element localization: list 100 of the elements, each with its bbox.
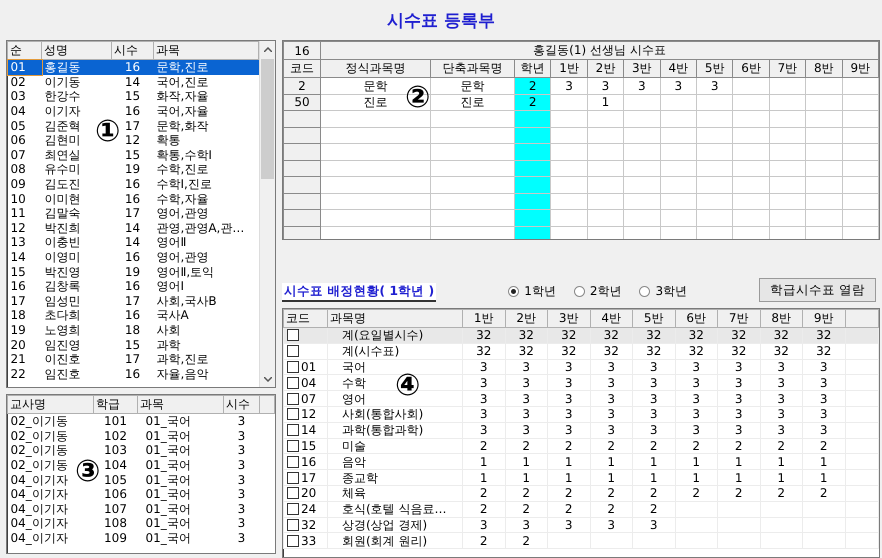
table-cell[interactable]: 33: [284, 532, 328, 549]
table-cell[interactable]: 2: [284, 78, 320, 94]
column-header[interactable]: 과목명: [328, 310, 462, 328]
table-cell[interactable]: 이충빈: [42, 235, 112, 250]
table-cell[interactable]: 영어,관영: [154, 250, 258, 264]
table-cell[interactable]: [696, 94, 733, 110]
table-cell[interactable]: 유수미: [42, 162, 112, 177]
table-cell[interactable]: 확통: [154, 132, 258, 148]
column-header[interactable]: 순: [8, 42, 42, 60]
checkbox[interactable]: [287, 518, 299, 531]
grade-radio[interactable]: 3학년: [639, 283, 688, 300]
checkbox[interactable]: [287, 408, 299, 420]
table-cell[interactable]: [769, 78, 806, 94]
table-cell[interactable]: 국사A: [154, 308, 258, 323]
table-cell[interactable]: 3: [224, 458, 260, 472]
checkbox[interactable]: [287, 329, 299, 342]
table-cell[interactable]: 김말숙: [42, 206, 112, 221]
table-cell[interactable]: 17: [8, 294, 42, 308]
table-cell[interactable]: 16: [112, 308, 154, 323]
table-cell[interactable]: 20: [284, 485, 328, 502]
table-cell[interactable]: 임진영: [42, 337, 112, 352]
scroll-down-icon[interactable]: [264, 376, 272, 382]
table-cell[interactable]: 영어Ⅰ: [154, 278, 258, 294]
column-header[interactable]: 시수: [112, 42, 154, 60]
table-cell[interactable]: 16: [112, 366, 154, 382]
table-cell[interactable]: [769, 94, 806, 110]
table-cell[interactable]: 16: [112, 104, 154, 118]
table-cell[interactable]: 09: [8, 176, 42, 192]
table-cell[interactable]: 11: [8, 206, 42, 221]
table-cell[interactable]: [732, 78, 770, 94]
table-cell[interactable]: 과학,진로: [154, 352, 258, 366]
checkbox[interactable]: [287, 360, 299, 373]
table-cell[interactable]: 01_국어: [138, 486, 224, 502]
grade-radio[interactable]: 2학년: [574, 283, 622, 300]
column-header[interactable]: 학급: [94, 396, 138, 414]
table-cell[interactable]: 32: [284, 517, 328, 533]
table-cell[interactable]: 01_국어: [138, 516, 224, 531]
table-cell[interactable]: 06: [8, 132, 42, 148]
table-cell[interactable]: 17: [112, 206, 154, 221]
table-cell[interactable]: 02: [8, 74, 42, 90]
table-cell[interactable]: 19: [112, 162, 154, 177]
column-header[interactable]: 7반: [718, 310, 760, 328]
table-cell[interactable]: 02_이기동: [8, 428, 94, 444]
table-cell[interactable]: 15: [112, 337, 154, 352]
checkbox[interactable]: [287, 534, 299, 547]
table-cell[interactable]: 17: [112, 352, 154, 366]
table-cell[interactable]: 04_이기자: [8, 516, 94, 531]
table-cell[interactable]: 문학,진로: [154, 60, 258, 75]
table-cell[interactable]: [842, 78, 878, 94]
table-cell[interactable]: 3: [224, 472, 260, 487]
table-cell[interactable]: 04_이기자: [8, 486, 94, 502]
table-cell[interactable]: 영어,관영: [154, 206, 258, 221]
table-cell[interactable]: 15: [284, 438, 328, 454]
table-cell[interactable]: 17: [284, 470, 328, 486]
table-cell[interactable]: 02_이기동: [8, 414, 94, 429]
table-cell[interactable]: 김창록: [42, 278, 112, 294]
table-cell[interactable]: 14: [112, 235, 154, 250]
table-cell[interactable]: 3: [587, 78, 624, 94]
table-cell[interactable]: 07: [284, 390, 328, 406]
table-cell[interactable]: 3: [224, 428, 260, 444]
table-cell[interactable]: [624, 94, 660, 110]
table-cell[interactable]: 17: [112, 294, 154, 308]
table-cell[interactable]: [842, 94, 878, 110]
table-cell[interactable]: 102: [94, 428, 138, 444]
checkbox[interactable]: [287, 345, 299, 358]
column-header[interactable]: 1반: [462, 310, 505, 328]
table-cell[interactable]: 14: [112, 220, 154, 236]
column-header[interactable]: 8반: [760, 310, 802, 328]
table-cell[interactable]: 15: [112, 148, 154, 162]
checkbox[interactable]: [287, 472, 299, 484]
table-cell[interactable]: 04: [284, 374, 328, 391]
table-cell[interactable]: 106: [94, 486, 138, 502]
table-cell[interactable]: 3: [660, 78, 696, 94]
table-cell[interactable]: [732, 94, 770, 110]
table-cell[interactable]: 확통,수학Ⅰ: [154, 148, 258, 162]
table-cell[interactable]: 이기동: [42, 74, 112, 90]
table-cell[interactable]: [550, 94, 588, 110]
table-cell[interactable]: 수학Ⅰ,진로: [154, 176, 258, 192]
table-cell[interactable]: 14: [8, 250, 42, 264]
scroll-up-icon[interactable]: [264, 46, 272, 52]
table-cell[interactable]: 3: [224, 486, 260, 502]
table-cell[interactable]: 03: [8, 89, 42, 104]
table-cell[interactable]: 문학,화작: [154, 118, 258, 133]
table-cell[interactable]: 박진희: [42, 220, 112, 236]
table-cell[interactable]: 이기자: [42, 104, 112, 118]
table-cell[interactable]: 영어Ⅱ,토익: [154, 264, 258, 279]
table-cell[interactable]: 국어,자율: [154, 104, 258, 118]
table-cell[interactable]: 50: [284, 94, 320, 110]
column-header[interactable]: 9반: [802, 310, 845, 328]
table-cell[interactable]: 국어,진로: [154, 74, 258, 90]
table-cell[interactable]: 이진호: [42, 352, 112, 366]
scrollbar[interactable]: [259, 41, 275, 387]
table-cell[interactable]: 16: [112, 278, 154, 294]
table-cell[interactable]: 3: [224, 414, 260, 429]
table-cell[interactable]: 21: [8, 352, 42, 366]
table-cell[interactable]: 2: [514, 78, 551, 94]
table-cell[interactable]: [806, 94, 842, 110]
table-cell[interactable]: 16: [112, 60, 154, 75]
table-cell[interactable]: 14: [284, 422, 328, 438]
table-cell[interactable]: 13: [8, 235, 42, 250]
